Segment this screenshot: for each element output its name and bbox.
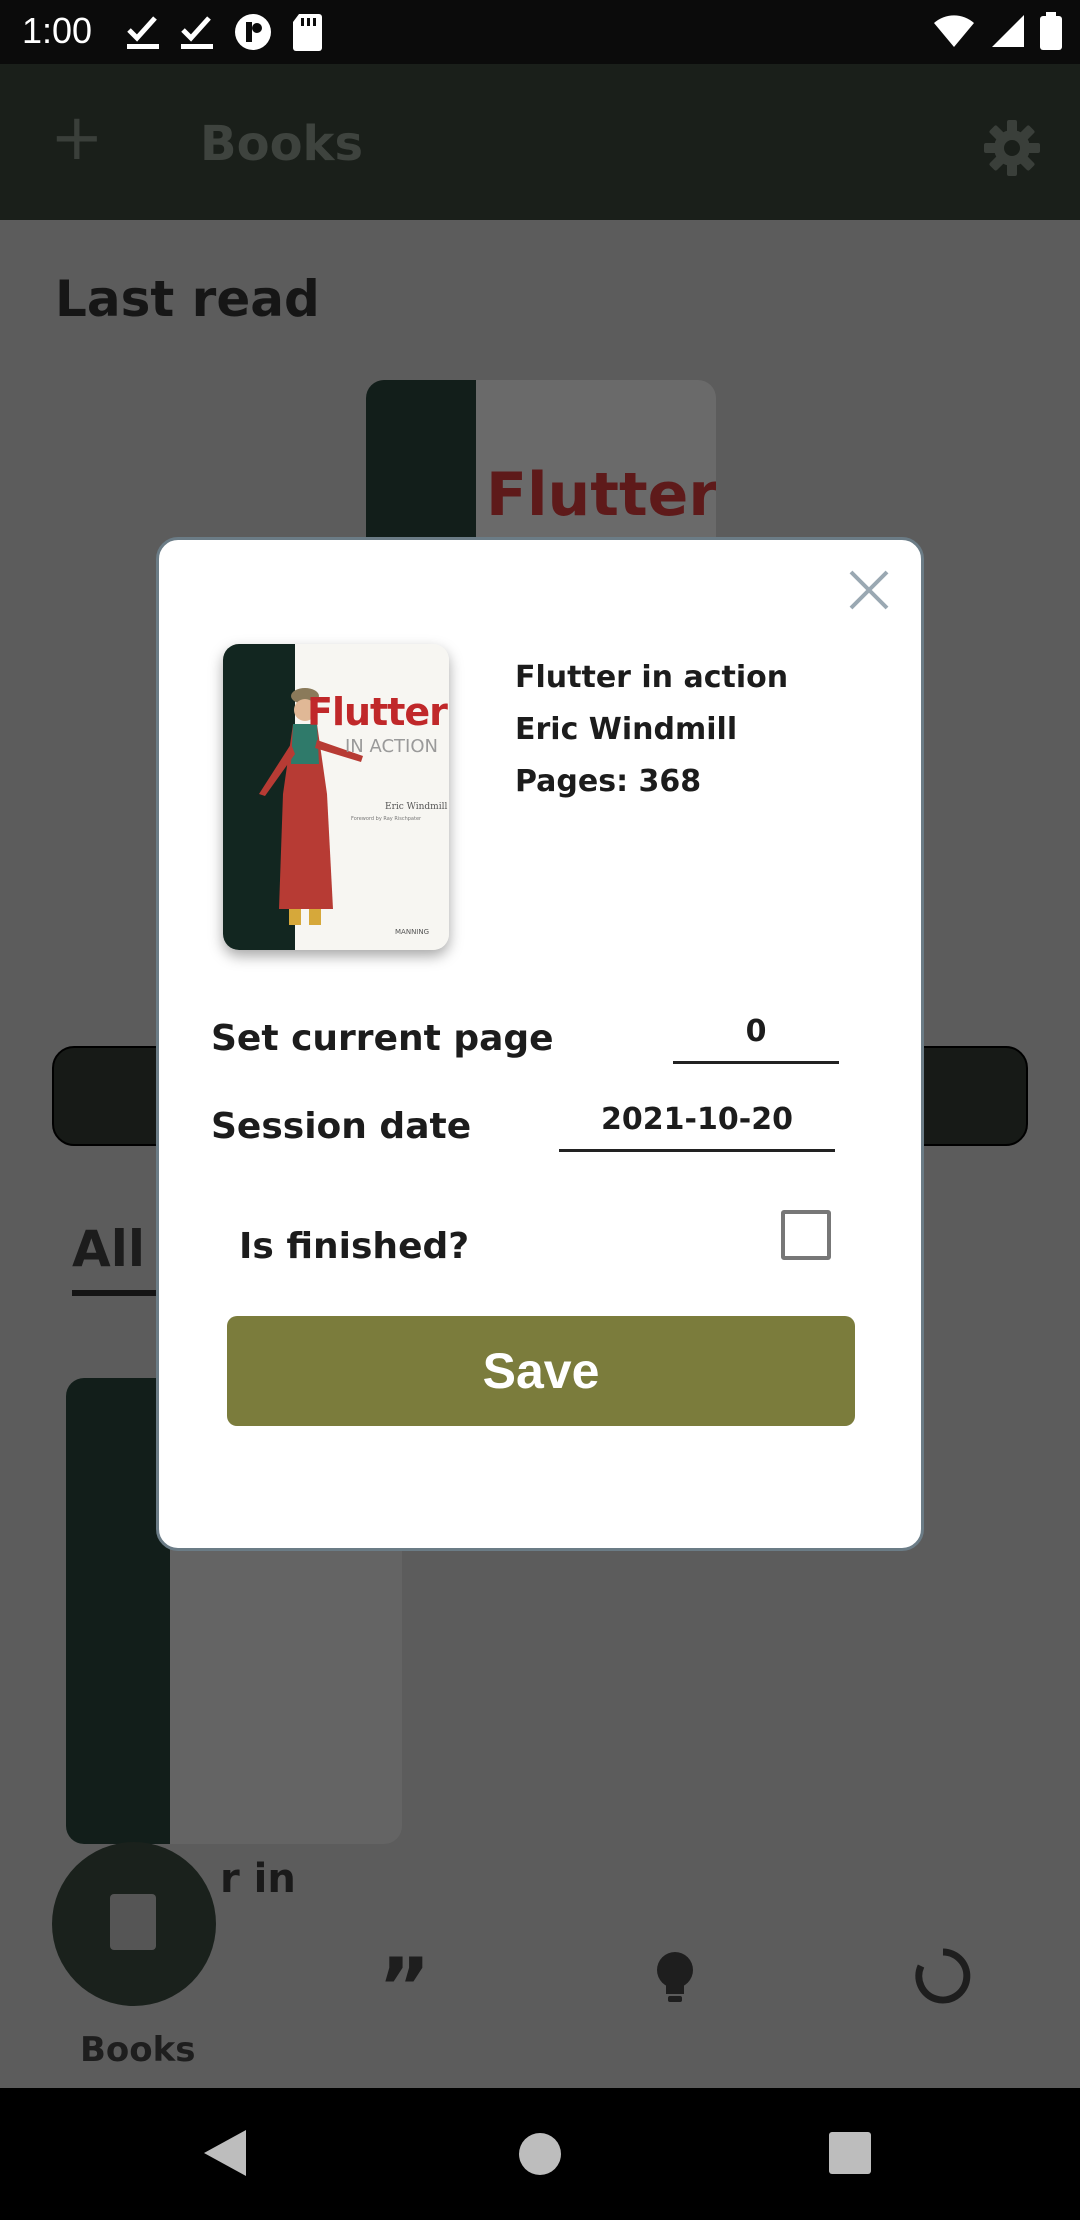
download-done-icon [127,16,159,49]
nav-books-label: Books [80,2030,196,2070]
status-system-icons [932,12,1062,50]
save-button[interactable]: Save [227,1316,855,1426]
wifi-icon [934,15,974,47]
page-title: Books [200,116,364,172]
app-notification-icon [235,14,271,50]
current-page-label: Set current page [211,1018,554,1059]
current-page-input[interactable] [673,1002,839,1064]
book-title: Flutter in action [515,660,789,695]
cover-subtitle: IN ACTION [345,736,438,757]
battery-icon [1040,12,1062,50]
home-icon[interactable] [518,2132,562,2176]
cover-title: Flutter [307,690,448,734]
cover-author: Eric Windmill [385,802,448,812]
tab-all[interactable]: All [72,1220,145,1278]
lightbulb-icon[interactable] [652,1950,698,2004]
add-book-button[interactable]: + [50,106,104,170]
reading-session-dialog: Flutter IN ACTION Eric Windmill Foreword… [156,537,924,1551]
progress-ring-icon[interactable] [915,1948,971,2004]
tab-indicator [72,1290,162,1296]
recents-icon[interactable] [829,2132,871,2174]
bottom-navigation: Books ” [0,1830,1080,2088]
status-bar: 1:00 [0,0,1080,64]
session-date-input[interactable] [559,1090,835,1152]
session-date-label: Session date [211,1106,472,1147]
close-icon[interactable] [847,568,891,612]
nav-books-button[interactable] [52,1842,216,2006]
cover-foreword: Foreword by Ray Rischpater [351,816,422,822]
book-author: Eric Windmill [515,712,738,747]
is-finished-label: Is finished? [239,1226,470,1267]
status-time: 1:00 [22,10,93,51]
cover-title-text: Flutter [486,460,716,530]
book-pages: Pages: 368 [515,764,702,799]
book-details: Flutter in action Eric Windmill Pages: 3… [515,652,788,808]
book-icon [110,1894,156,1950]
download-done-icon [181,16,213,49]
cover-publisher: MANNING [395,928,430,936]
book-cover-image: Flutter IN ACTION Eric Windmill Foreword… [223,644,449,950]
is-finished-checkbox[interactable] [781,1210,831,1260]
status-notification-icons [125,12,323,52]
gear-icon[interactable] [982,118,1042,178]
sd-card-icon [293,14,322,51]
back-icon[interactable] [202,2128,248,2178]
app-bar: + Books [0,64,1080,220]
signal-icon [992,15,1024,47]
system-navigation-bar [0,2088,1080,2220]
section-title-last-read: Last read [55,270,320,328]
quote-icon[interactable]: ” [378,1948,431,2028]
